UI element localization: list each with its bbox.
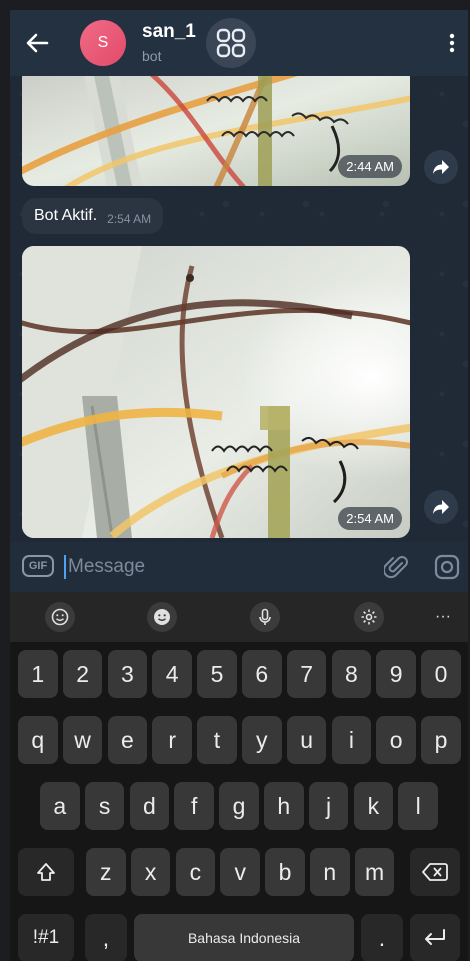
key[interactable]: x [130, 848, 171, 896]
gif-button[interactable]: GIF [22, 555, 54, 577]
text-cursor [64, 555, 66, 579]
photo-message[interactable]: 2:54 AM [22, 246, 410, 538]
soft-keyboard: ··· 1234567890 qwertyuiop asdfghjkl zxcvbnm… [10, 592, 468, 961]
camera-icon[interactable] [434, 554, 460, 580]
key[interactable]: m [354, 848, 395, 896]
forward-icon[interactable] [424, 150, 458, 184]
forward-icon[interactable] [424, 490, 458, 524]
key[interactable]: t [197, 716, 237, 764]
key[interactable]: q [18, 716, 58, 764]
comma-key[interactable]: , [85, 914, 127, 961]
shift-icon [37, 863, 55, 881]
chat-title[interactable]: san_1 [142, 21, 196, 43]
key[interactable]: i [331, 716, 372, 764]
key[interactable]: 2 [62, 650, 103, 698]
message-input[interactable] [68, 553, 368, 581]
key[interactable]: y [242, 716, 282, 764]
photo-timestamp: 2:54 AM [338, 507, 402, 530]
back-arrow-icon[interactable] [22, 28, 52, 58]
key[interactable]: v [220, 848, 260, 896]
settings-gear-icon[interactable] [354, 602, 384, 632]
key[interactable]: h [264, 782, 304, 830]
more-vertical-icon[interactable] [442, 28, 462, 58]
enter-icon [425, 929, 445, 945]
key[interactable]: a [40, 782, 80, 830]
text-message[interactable]: Bot Aktif. 2:54 AM [22, 198, 164, 234]
message-list[interactable]: 2:44 AM Bot Aktif. 2:54 AM 2:54 AM [10, 76, 468, 542]
backspace-icon [422, 863, 448, 881]
key[interactable]: 3 [107, 650, 148, 698]
key[interactable]: 1 [18, 650, 58, 698]
key[interactable]: c [175, 848, 216, 896]
message-composer: GIF [10, 542, 468, 592]
key[interactable]: j [308, 782, 349, 830]
key[interactable]: p [421, 716, 461, 764]
key[interactable]: s [84, 782, 125, 830]
attach-icon[interactable] [382, 554, 410, 580]
key[interactable]: 6 [242, 650, 282, 698]
emoji-icon[interactable] [45, 602, 75, 632]
key[interactable]: d [129, 782, 170, 830]
key[interactable]: f [174, 782, 214, 830]
chat-header: S san_1 bot [10, 10, 468, 76]
photo-image [22, 246, 410, 538]
key[interactable]: n [310, 848, 350, 896]
key[interactable]: g [219, 782, 259, 830]
key[interactable]: r [152, 716, 192, 764]
key[interactable]: 5 [197, 650, 237, 698]
bot-menu-icon[interactable] [206, 18, 256, 68]
photo-message[interactable]: 2:44 AM [22, 76, 410, 186]
enter-key[interactable] [410, 914, 460, 961]
symbols-key[interactable]: !#1 [18, 914, 74, 961]
key[interactable]: w [62, 716, 103, 764]
message-text: Bot Aktif. [34, 207, 98, 224]
key[interactable]: k [353, 782, 394, 830]
microphone-icon[interactable] [250, 602, 280, 632]
key[interactable]: z [86, 848, 126, 896]
telegram-chat-screen: S san_1 bot 2:44 AM Bot Aktif. 2:54 AM 2… [10, 10, 468, 961]
key[interactable]: 9 [376, 650, 416, 698]
period-key[interactable]: . [361, 914, 403, 961]
key[interactable]: b [265, 848, 305, 896]
message-timestamp: 2:54 AM [107, 212, 152, 226]
shift-key[interactable] [18, 848, 74, 896]
space-key[interactable]: Bahasa Indonesia [134, 914, 354, 961]
key[interactable]: 4 [152, 650, 192, 698]
chat-subtitle: bot [142, 48, 162, 64]
key[interactable]: o [376, 716, 416, 764]
key[interactable]: 8 [331, 650, 372, 698]
key[interactable]: l [398, 782, 438, 830]
key[interactable]: e [107, 716, 148, 764]
sticker-icon[interactable] [147, 602, 177, 632]
keyboard-toolbar: ··· [10, 592, 468, 642]
avatar[interactable]: S [80, 20, 126, 66]
backspace-key[interactable] [410, 848, 460, 896]
key[interactable]: 0 [421, 650, 461, 698]
photo-timestamp: 2:44 AM [338, 155, 402, 178]
key[interactable]: u [286, 716, 327, 764]
key[interactable]: 7 [286, 650, 327, 698]
more-options-button[interactable]: ··· [428, 602, 458, 632]
